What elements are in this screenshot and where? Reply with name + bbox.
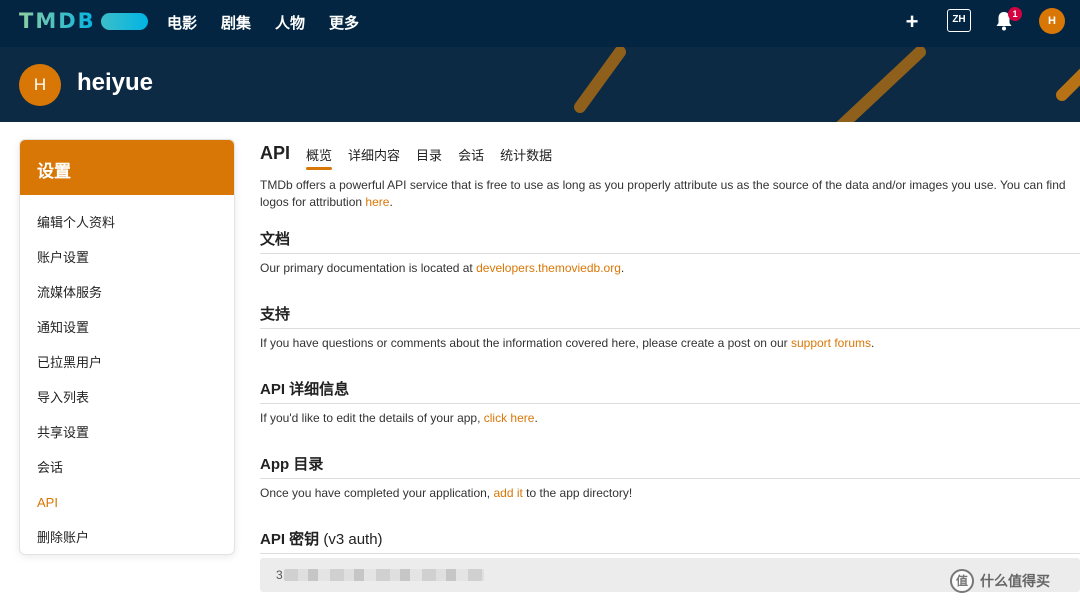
nav-link-more[interactable]: 更多: [329, 12, 359, 33]
tab-directory[interactable]: 目录: [416, 145, 442, 170]
sidebar-item-sessions[interactable]: 会话: [20, 450, 234, 485]
sidebar-item-api[interactable]: API: [20, 485, 234, 520]
banner-stripes: [574, 47, 1080, 122]
profile-banner: H heiyue: [0, 47, 1080, 122]
api-key-title: API 密钥: [260, 531, 320, 548]
click-here-link[interactable]: click here: [484, 411, 535, 425]
sidebar-list: 编辑个人资料 账户设置 流媒体服务 通知设置 已拉黑用户 导入列表 共享设置 会…: [20, 195, 234, 554]
directory-text: Once you have completed your application…: [260, 485, 632, 502]
blurred-key-mask: [284, 569, 484, 581]
nav-link-people[interactable]: 人物: [275, 12, 305, 33]
notification-badge: 1: [1008, 7, 1022, 21]
page-title: API: [260, 143, 291, 163]
attribution-here-link[interactable]: here: [365, 195, 389, 209]
section-title-api-key: API 密钥 (v3 auth): [260, 528, 1080, 554]
support-forums-link[interactable]: support forums: [791, 336, 871, 350]
intro-line-2-text: logos for attribution: [260, 195, 366, 209]
directory-text-body: Once you have completed your application…: [260, 486, 494, 500]
nav-link-movies[interactable]: 电影: [167, 12, 197, 33]
sidebar-title: 设置: [20, 140, 234, 195]
settings-sidebar: 设置 编辑个人资料 账户设置 流媒体服务 通知设置 已拉黑用户 导入列表 共享设…: [19, 139, 235, 555]
section-title-app-directory: App 目录: [260, 453, 1080, 479]
support-text: If you have questions or comments about …: [260, 335, 874, 352]
docs-text: Our primary documentation is located at …: [260, 260, 624, 277]
sidebar-item-streaming[interactable]: 流媒体服务: [20, 275, 234, 310]
tab-sessions[interactable]: 会话: [458, 145, 484, 170]
plus-icon[interactable]: +: [902, 10, 922, 34]
docs-text-end: .: [620, 261, 625, 275]
sidebar-item-account[interactable]: 账户设置: [20, 240, 234, 275]
sidebar-item-sharing[interactable]: 共享设置: [20, 415, 234, 450]
tab-overview[interactable]: 概览: [306, 145, 333, 170]
profile-avatar: H: [19, 64, 61, 106]
section-title-support: 支持: [260, 303, 1080, 329]
sidebar-item-delete-account[interactable]: 删除账户: [20, 520, 234, 554]
watermark-logo-icon: 值: [950, 569, 974, 593]
main-nav: 电影 剧集 人物 更多: [167, 12, 359, 33]
language-button[interactable]: ZH: [947, 9, 971, 32]
details-text-body: If you'd like to edit the details of you…: [260, 411, 484, 425]
api-key-value: 3: [276, 568, 283, 582]
tmdb-logo[interactable]: TMDB: [19, 9, 148, 33]
watermark: 值 什么值得买: [950, 569, 1050, 593]
support-text-end: .: [871, 336, 875, 350]
user-avatar[interactable]: H: [1039, 8, 1065, 34]
watermark-text: 什么值得买: [980, 573, 1050, 589]
sidebar-item-edit-profile[interactable]: 编辑个人资料: [20, 205, 234, 240]
sidebar-item-notifications[interactable]: 通知设置: [20, 310, 234, 345]
add-it-link[interactable]: add it: [493, 486, 522, 500]
docs-link[interactable]: developers.themoviedb.org: [476, 261, 621, 275]
intro-line-2: logos for attribution here.: [260, 194, 1066, 211]
sidebar-item-blocked-users[interactable]: 已拉黑用户: [20, 345, 234, 380]
nav-link-tv[interactable]: 剧集: [221, 12, 251, 33]
details-text-end: .: [534, 411, 538, 425]
section-title-api-details: API 详细信息: [260, 378, 1080, 404]
logo-pill-icon: [100, 12, 148, 30]
details-text: If you'd like to edit the details of you…: [260, 410, 538, 427]
tab-details[interactable]: 详细内容: [348, 145, 400, 170]
intro-end: .: [389, 195, 393, 209]
support-text-body: If you have questions or comments about …: [260, 336, 791, 350]
docs-text-body: Our primary documentation is located at: [260, 261, 477, 275]
tab-stats[interactable]: 统计数据: [500, 145, 552, 170]
intro-text: TMDb offers a powerful API service that …: [260, 177, 1066, 211]
sidebar-item-import-lists[interactable]: 导入列表: [20, 380, 234, 415]
logo-text: TMDB: [19, 9, 96, 33]
top-navbar: TMDB 电影 剧集 人物 更多 + ZH 1 H: [0, 0, 1080, 47]
intro-line-1: TMDb offers a powerful API service that …: [260, 178, 1066, 192]
profile-username[interactable]: heiyue: [77, 69, 153, 97]
section-title-docs: 文档: [260, 228, 1080, 254]
api-tabs: API 概览 详细内容 目录 会话 统计数据: [260, 140, 568, 170]
api-key-subtitle: (v3 auth): [323, 531, 383, 548]
directory-text-end: to the app directory!: [522, 486, 633, 500]
